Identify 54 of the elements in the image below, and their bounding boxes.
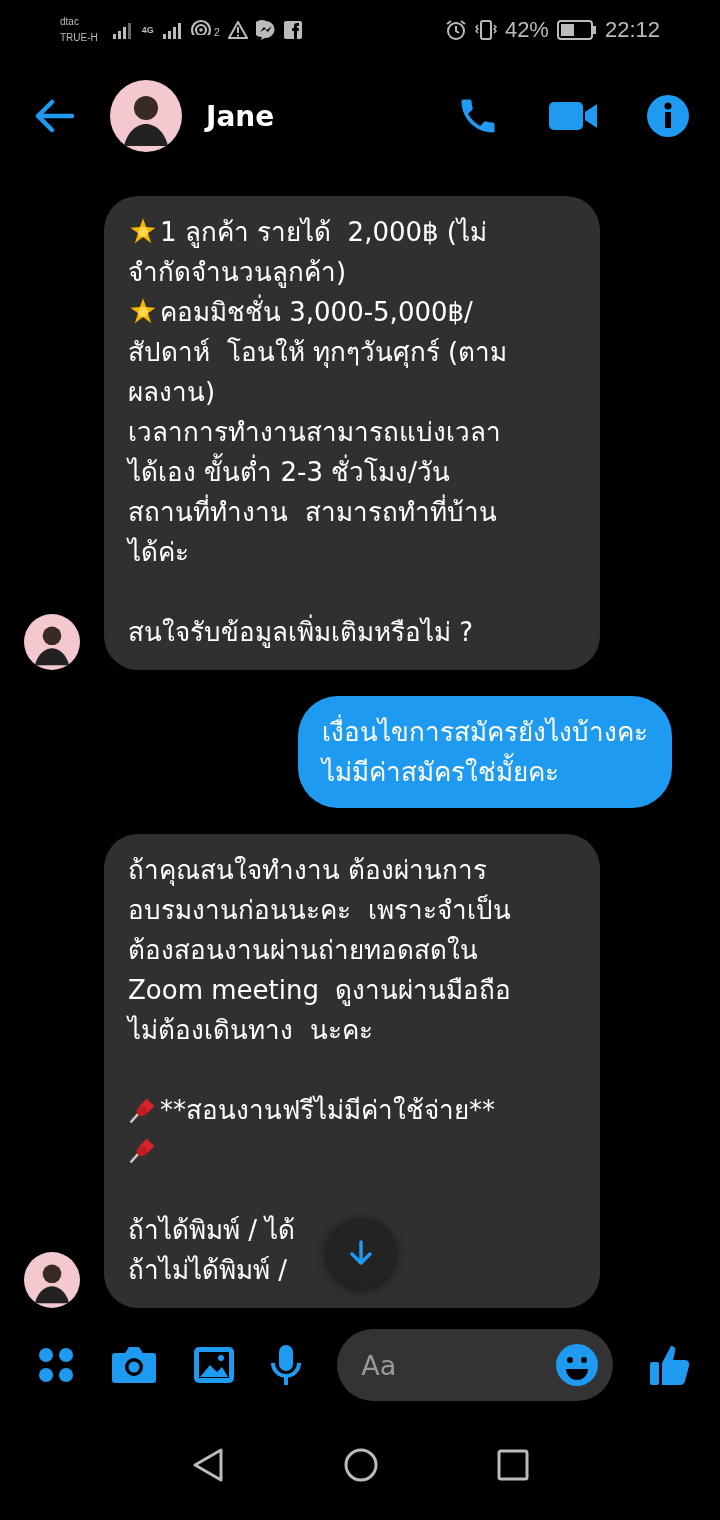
- message-text: ไม่ต้องเดินทาง นะคะ: [128, 1014, 373, 1047]
- clock-time: 22:12: [604, 17, 660, 43]
- vibrate-icon: [474, 19, 497, 41]
- home-nav-button[interactable]: [343, 1447, 379, 1483]
- message-text: ถ้าได้พิมพ์ / ได้: [128, 1214, 296, 1247]
- scroll-down-button[interactable]: [326, 1218, 396, 1288]
- emoji-icon[interactable]: [555, 1343, 600, 1387]
- hotspot-count: 2: [213, 26, 220, 38]
- network-label: 4G: [141, 25, 154, 35]
- contact-avatar[interactable]: [110, 80, 182, 152]
- message-text: เวลาการทำงานสามารถแบ่งเวลา: [128, 416, 501, 449]
- message-input[interactable]: Aa: [337, 1329, 614, 1401]
- message-text: ถ้าไม่ได้พิมพ์ /: [128, 1254, 288, 1287]
- battery-percent: 42%: [504, 17, 549, 43]
- message-text: Zoom meeting ดูงานผ่านมือถือ: [128, 974, 512, 1008]
- more-apps-button[interactable]: [36, 1345, 76, 1385]
- carrier-name: dtac: [60, 15, 80, 29]
- carrier-name: TRUE-H: [60, 31, 98, 45]
- info-button[interactable]: [646, 94, 690, 138]
- signal-icon: [111, 21, 134, 39]
- message-text: สนใจรับข้อมูลเพิ่มเติมหรือไม่ ?: [128, 612, 474, 652]
- chat-bubble-icon: [255, 20, 276, 40]
- message-text: **สอนงานฟรีไม่มีค่าใช้จ่าย**: [160, 1094, 495, 1127]
- message-text: ได้เอง ขั้นต่ำ 2-3 ชั่วโมง/วัน: [128, 452, 451, 492]
- contact-name[interactable]: Jane: [206, 99, 275, 133]
- message-text: ต้องสอนงานผ่านถ่ายทอดสดใน: [128, 934, 478, 967]
- back-nav-button[interactable]: [191, 1447, 225, 1483]
- message-text: ไม่มีค่าสมัครใช่มั้ยคะ: [322, 752, 559, 792]
- recents-nav-button[interactable]: [497, 1449, 529, 1481]
- square-f-icon: [283, 21, 302, 39]
- alarm-icon: [444, 19, 467, 41]
- message-text: จำกัดจำนวนลูกค้า): [128, 256, 347, 290]
- battery-icon: [556, 20, 597, 40]
- signal-icon: [161, 21, 182, 39]
- message-text: ได้ค่ะ: [128, 536, 189, 569]
- back-button[interactable]: [34, 99, 74, 133]
- video-call-button[interactable]: [548, 99, 598, 133]
- hotspot-icon: [189, 19, 212, 41]
- message-text: 1 ลูกค้า รายได้ 2,000฿ (ไม่: [160, 216, 487, 250]
- message-text: อบรมงานก่อนนะคะ เพราะจำเป็น: [128, 893, 511, 927]
- message-text: ผลงาน): [128, 376, 216, 409]
- warning-icon: [227, 21, 248, 39]
- message-text: สถานที่ทำงาน สามารถทำที่บ้าน: [128, 492, 497, 532]
- sender-avatar: [24, 1252, 80, 1308]
- message-text: เงื่อนไขการสมัครยังไงบ้างคะ: [322, 712, 648, 752]
- sender-avatar: [24, 614, 80, 670]
- camera-button[interactable]: [110, 1345, 157, 1385]
- gallery-button[interactable]: [191, 1345, 236, 1385]
- message-text: ถ้าคุณสนใจทำงาน ต้องผ่านการ: [128, 854, 488, 888]
- like-button[interactable]: [648, 1343, 692, 1387]
- message-text: คอมมิชชั่น 3,000-5,000฿/: [160, 292, 473, 332]
- microphone-button[interactable]: [270, 1343, 303, 1387]
- message-text: สัปดาห์ โอนให้ ทุกๆวันศุกร์ (ตาม: [128, 336, 508, 370]
- arrow-down-icon: [347, 1239, 375, 1267]
